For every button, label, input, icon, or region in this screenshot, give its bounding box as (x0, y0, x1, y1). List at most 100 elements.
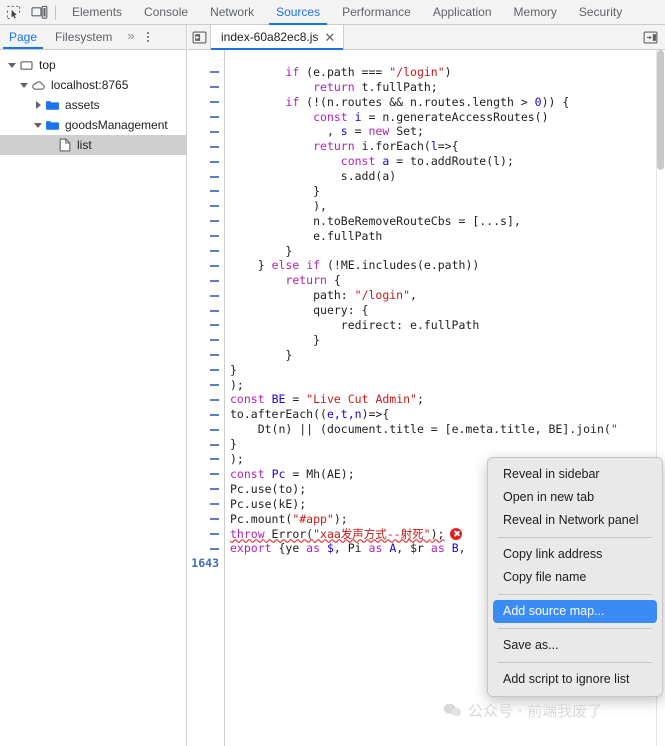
code-line[interactable]: ), (226, 199, 665, 214)
chevron-down-icon[interactable] (6, 62, 18, 68)
context-menu-item[interactable]: Add source map... (493, 600, 657, 623)
navigator-tab-page[interactable]: Page (0, 25, 46, 49)
code-line[interactable]: return { (226, 273, 665, 288)
gutter-line-marker[interactable] (188, 378, 224, 393)
tree-item-list[interactable]: list (0, 135, 186, 155)
code-line[interactable]: s.add(a) (226, 169, 665, 184)
code-line[interactable]: const BE = "Live Cut Admin"; (226, 392, 665, 407)
more-options-icon[interactable] (140, 25, 156, 49)
gutter-line-marker[interactable] (188, 244, 224, 259)
chevron-down-icon[interactable] (18, 82, 30, 88)
gutter-line-marker[interactable] (188, 348, 224, 363)
tree-item-assets[interactable]: assets (0, 95, 186, 115)
tab-memory[interactable]: Memory (503, 0, 568, 25)
gutter-line-marker[interactable] (188, 169, 224, 184)
gutter-line-marker[interactable] (188, 512, 224, 527)
gutter-line-marker[interactable] (188, 124, 224, 139)
gutter-line-marker[interactable] (188, 50, 224, 65)
code-line[interactable]: if (!(n.routes && n.routes.length > 0)) … (226, 95, 665, 110)
panel-expand-right-icon[interactable] (639, 25, 661, 50)
gutter-line-marker[interactable] (188, 482, 224, 497)
gutter-line-marker[interactable] (188, 437, 224, 452)
gutter-line-marker[interactable] (188, 229, 224, 244)
gutter-line-marker[interactable] (188, 303, 224, 318)
gutter-line-marker[interactable] (188, 318, 224, 333)
gutter-line-marker[interactable] (188, 95, 224, 110)
gutter-line-marker[interactable] (188, 407, 224, 422)
tab-sources[interactable]: Sources (265, 0, 331, 25)
gutter-line-marker[interactable] (188, 527, 224, 542)
context-menu-item[interactable]: Copy link address (493, 543, 657, 566)
tab-performance[interactable]: Performance (331, 0, 422, 25)
code-line[interactable]: redirect: e.fullPath (226, 318, 665, 333)
inspect-element-icon[interactable] (0, 0, 26, 24)
gutter-line-marker[interactable] (188, 333, 224, 348)
code-line[interactable]: path: "/login", (226, 288, 665, 303)
close-icon[interactable]: ✕ (324, 31, 335, 44)
tree-item-goodsmanagement[interactable]: goodsManagement (0, 115, 186, 135)
tab-network[interactable]: Network (199, 0, 265, 25)
code-line[interactable]: } (226, 244, 665, 259)
gutter-line-marker[interactable] (188, 497, 224, 512)
code-line[interactable]: e.fullPath (226, 229, 665, 244)
chevron-down-icon[interactable] (32, 122, 44, 128)
gutter-line-marker[interactable] (188, 214, 224, 229)
tab-security[interactable]: Security (568, 0, 633, 25)
code-line[interactable]: } else if (!ME.includes(e.path)) (226, 258, 665, 273)
editor-file-tab[interactable]: index-60a82ec8.js ✕ (210, 25, 345, 50)
context-menu-item[interactable]: Reveal in Network panel (493, 509, 657, 532)
context-menu-item[interactable]: Reveal in sidebar (493, 463, 657, 486)
code-line[interactable]: } (226, 333, 665, 348)
gutter-line-marker[interactable] (188, 139, 224, 154)
code-line[interactable]: if (e.path === "/login") (226, 65, 665, 80)
context-menu-item[interactable]: Save as... (493, 634, 657, 657)
navigator-tab-filesystem[interactable]: Filesystem (46, 25, 121, 49)
code-line[interactable]: const a = to.addRoute(l); (226, 154, 665, 169)
panel-collapse-left-icon[interactable] (188, 25, 210, 50)
gutter-line-marker[interactable] (188, 452, 224, 467)
code-line[interactable]: , s = new Set; (226, 124, 665, 139)
gutter-line-marker[interactable] (188, 288, 224, 303)
gutter-line-marker[interactable] (188, 422, 224, 437)
code-line[interactable]: n.toBeRemoveRouteCbs = [...s], (226, 214, 665, 229)
gutter-line-marker[interactable] (188, 154, 224, 169)
context-menu-item[interactable]: Open in new tab (493, 486, 657, 509)
code-line[interactable]: } (226, 348, 665, 363)
tab-elements[interactable]: Elements (61, 0, 133, 25)
code-line[interactable]: query: { (226, 303, 665, 318)
context-menu-item[interactable]: Add script to ignore list (493, 668, 657, 691)
tree-item-host[interactable]: localhost:8765 (0, 75, 186, 95)
code-line[interactable] (226, 50, 665, 65)
context-menu[interactable]: Reveal in sidebar Open in new tab Reveal i… (487, 457, 663, 697)
gutter-line-marker[interactable] (188, 273, 224, 288)
tree-item-top[interactable]: top (0, 55, 186, 75)
navigator-overflow-icon[interactable]: » (121, 25, 139, 49)
code-line[interactable]: ); (226, 378, 665, 393)
code-line[interactable]: } (226, 184, 665, 199)
gutter-line-marker[interactable] (188, 467, 224, 482)
code-line[interactable]: } (226, 437, 665, 452)
tab-application[interactable]: Application (422, 0, 503, 25)
code-line[interactable]: Dt(n) || (document.title = [e.meta.title… (226, 422, 665, 437)
code-line[interactable]: return t.fullPath; (226, 80, 665, 95)
gutter-line-number[interactable]: 1643 (188, 556, 224, 571)
gutter-line-marker[interactable] (188, 184, 224, 199)
gutter-line-marker[interactable] (188, 258, 224, 273)
gutter-line-marker[interactable] (188, 392, 224, 407)
gutter-line-marker[interactable] (188, 541, 224, 556)
gutter-line-marker[interactable] (188, 199, 224, 214)
code-line[interactable]: } (226, 363, 665, 378)
gutter-line-marker[interactable] (188, 363, 224, 378)
device-toolbar-icon[interactable] (26, 0, 52, 24)
chevron-right-icon[interactable] (32, 101, 44, 109)
code-line[interactable]: to.afterEach((e,t,n)=>{ (226, 407, 665, 422)
gutter-line-marker[interactable] (188, 110, 224, 125)
gutter-line-marker[interactable] (188, 80, 224, 95)
error-badge-icon[interactable] (450, 527, 463, 540)
code-line[interactable]: const i = n.generateAccessRoutes() (226, 110, 665, 125)
scrollbar-thumb[interactable] (657, 50, 664, 170)
tab-console[interactable]: Console (133, 0, 199, 25)
context-menu-item[interactable]: Copy file name (493, 566, 657, 589)
gutter-line-marker[interactable] (188, 65, 224, 80)
code-line[interactable]: return i.forEach(l=>{ (226, 139, 665, 154)
